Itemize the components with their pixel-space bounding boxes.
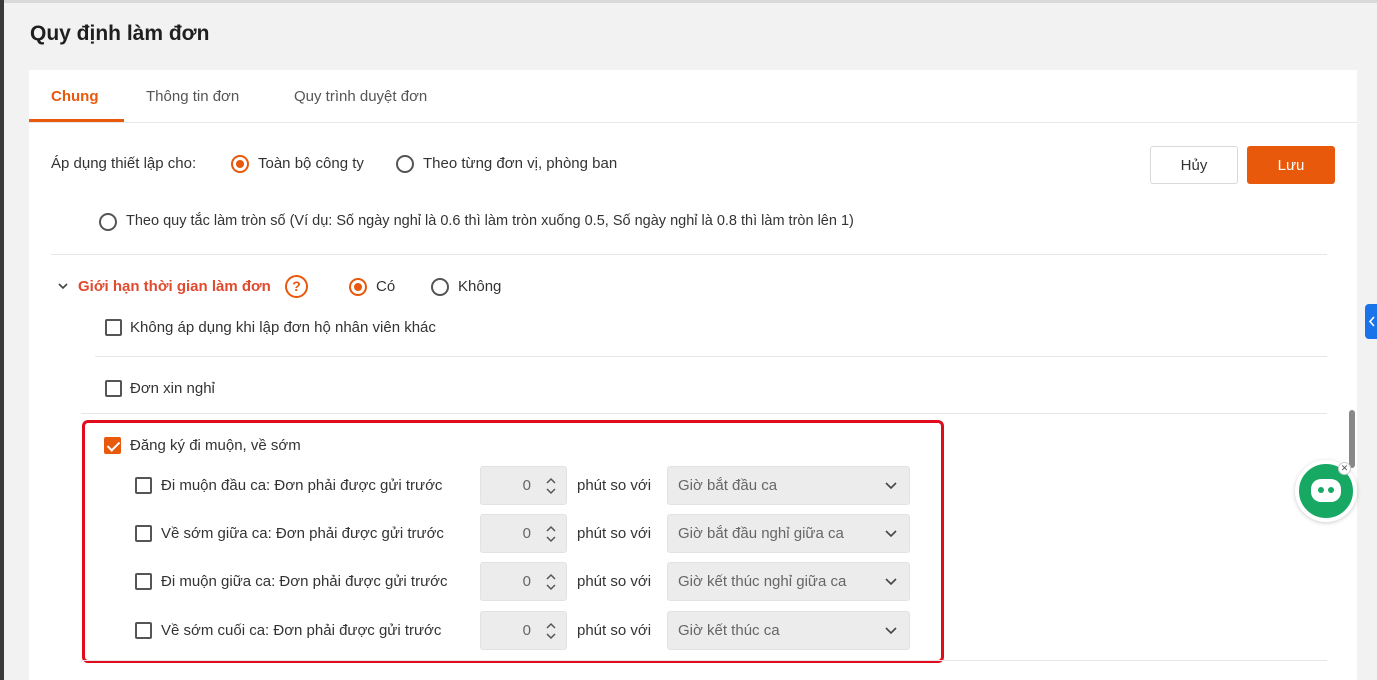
settings-card: Chung Thông tin đơn Quy trình duyệt đơn …	[29, 70, 1357, 680]
left-edge-bar	[0, 0, 4, 680]
chevron-down-icon[interactable]	[58, 281, 68, 291]
divider	[81, 660, 1327, 661]
divider	[51, 254, 1327, 255]
checkbox-leave-request[interactable]	[105, 380, 122, 397]
tab-general[interactable]: Chung	[51, 88, 98, 105]
radio-whole-company-label[interactable]: Toàn bộ công ty	[258, 155, 364, 172]
page-title: Quy định làm đơn	[30, 22, 210, 45]
radio-time-limit-no[interactable]	[431, 278, 449, 296]
chevron-left-icon	[1368, 316, 1375, 327]
save-button[interactable]: Lưu	[1247, 146, 1335, 184]
tab-form-info[interactable]: Thông tin đơn	[146, 88, 239, 105]
radio-by-unit-label[interactable]: Theo từng đơn vị, phòng ban	[423, 155, 617, 172]
rounding-rule-label[interactable]: Theo quy tắc làm tròn số (Ví dụ: Số ngày…	[126, 213, 854, 229]
tab-bar: Chung Thông tin đơn Quy trình duyệt đơn	[29, 70, 1357, 123]
highlight-box	[82, 420, 944, 663]
checkbox-exclude-proxy[interactable]	[105, 319, 122, 336]
close-icon[interactable]: ✕	[1338, 462, 1351, 475]
radio-rounding-rule[interactable]	[99, 213, 117, 231]
apply-label: Áp dụng thiết lập cho:	[51, 155, 197, 172]
top-border	[0, 0, 1377, 3]
radio-whole-company[interactable]	[231, 155, 249, 173]
tab-approval-flow[interactable]: Quy trình duyệt đơn	[294, 88, 427, 105]
side-panel-toggle[interactable]	[1365, 304, 1377, 339]
scrollbar-thumb[interactable]	[1349, 410, 1355, 468]
exclude-proxy-label[interactable]: Không áp dụng khi lập đơn hộ nhân viên k…	[130, 319, 436, 336]
active-tab-indicator	[29, 119, 124, 122]
help-icon[interactable]: ?	[285, 275, 308, 298]
cancel-button[interactable]: Hủy	[1150, 146, 1238, 184]
radio-time-limit-no-label[interactable]: Không	[458, 278, 501, 295]
time-limit-title: Giới hạn thời gian làm đơn	[78, 278, 271, 295]
radio-time-limit-yes[interactable]	[349, 278, 367, 296]
divider	[81, 413, 1327, 414]
radio-time-limit-yes-label[interactable]: Có	[376, 278, 395, 295]
radio-by-unit[interactable]	[396, 155, 414, 173]
leave-request-label[interactable]: Đơn xin nghỉ	[130, 380, 215, 397]
divider	[95, 356, 1327, 357]
